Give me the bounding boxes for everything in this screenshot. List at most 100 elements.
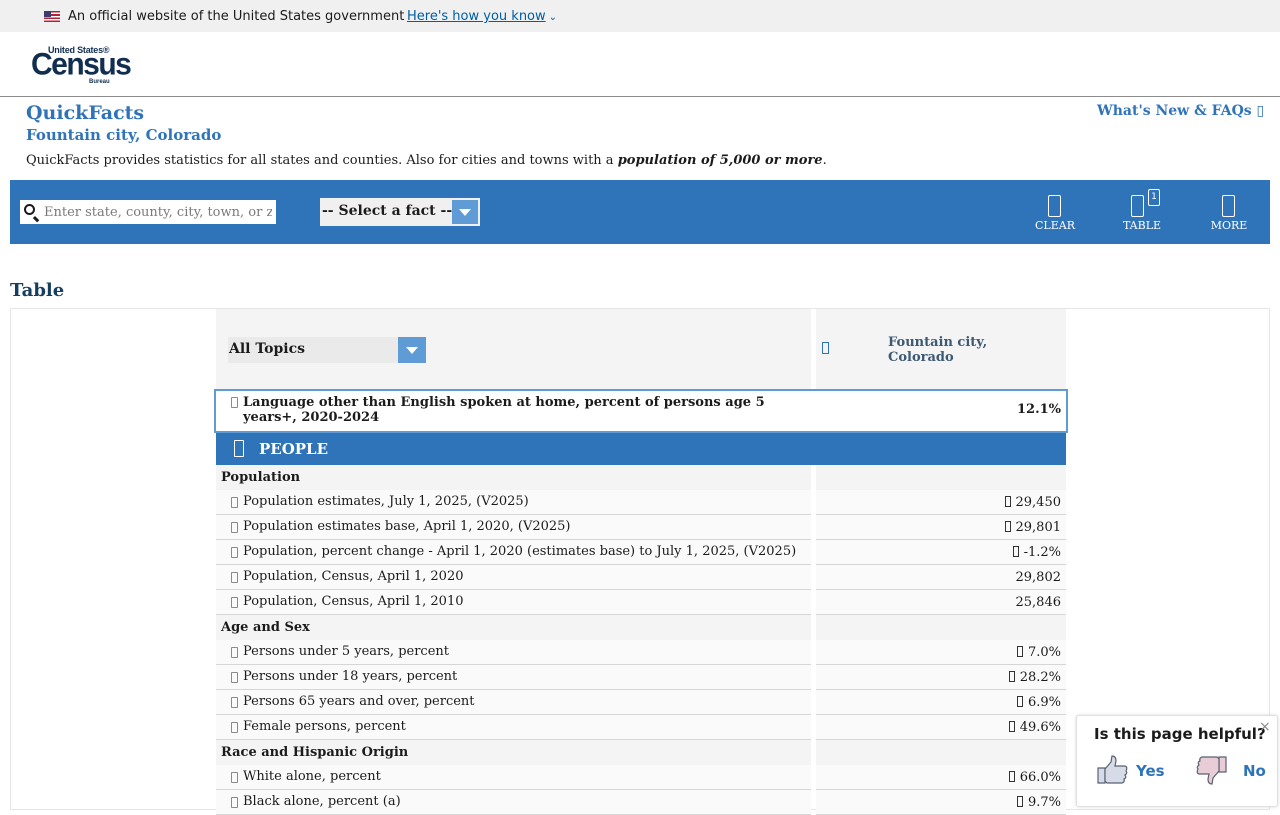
- section-header-cell: Age and Sex: [216, 615, 811, 641]
- fact-value: 29,450: [1015, 495, 1062, 510]
- us-flag-icon: [44, 11, 60, 22]
- fact-cell: Female persons, percent: [216, 715, 811, 740]
- table-header-left: All Topics: [216, 309, 811, 389]
- info-icon[interactable]: [231, 722, 238, 733]
- value-cell: 9.7%: [816, 790, 1066, 815]
- gov-banner-text: An official website of the United States…: [68, 9, 405, 24]
- info-icon[interactable]: [231, 547, 238, 558]
- feedback-question: Is this page helpful?: [1094, 725, 1266, 743]
- value-note-icon[interactable]: [1016, 796, 1023, 807]
- info-icon[interactable]: [231, 397, 238, 408]
- toolbar: -- Select a fact -- CLEAR 1 TABLE MORE: [10, 180, 1270, 244]
- table-count-badge: 1: [1148, 189, 1160, 206]
- table-label: TABLE: [1122, 219, 1162, 232]
- info-icon[interactable]: [231, 697, 238, 708]
- topic-dropdown-label: All Topics: [229, 341, 306, 357]
- fact-label: Population, Census, April 1, 2010: [243, 594, 464, 609]
- yes-label: Yes: [1136, 762, 1165, 780]
- fact-label: Female persons, percent: [243, 719, 406, 734]
- value-note-icon[interactable]: [1008, 721, 1015, 732]
- value-cell: 29,450: [816, 490, 1066, 515]
- clear-icon: [1048, 195, 1061, 217]
- info-icon[interactable]: [231, 647, 238, 658]
- value-cell: 66.0%: [816, 765, 1066, 790]
- value-note-icon[interactable]: [1016, 696, 1023, 707]
- value-note-icon[interactable]: [1016, 646, 1023, 657]
- fact-value: 28.2%: [1019, 670, 1061, 685]
- fact-label: Persons 65 years and over, percent: [243, 694, 475, 709]
- fact-cell: Population, Census, April 1, 2010: [216, 590, 811, 615]
- table-button[interactable]: 1 TABLE: [1112, 189, 1172, 234]
- section-header-cell: Population: [216, 465, 811, 491]
- more-button[interactable]: MORE: [1199, 194, 1259, 234]
- info-icon[interactable]: [231, 672, 238, 683]
- description-end: .: [822, 153, 827, 168]
- people-category-header[interactable]: PEOPLE: [216, 433, 1066, 465]
- fact-value-wrap: 29,802: [1016, 570, 1062, 585]
- info-icon[interactable]: [231, 522, 238, 533]
- chevron-down-icon: ⌄: [548, 12, 558, 23]
- fact-cell: Population, Census, April 1, 2020: [216, 565, 811, 590]
- info-icon[interactable]: [231, 797, 238, 808]
- location-info-icon[interactable]: [822, 342, 829, 354]
- search-input[interactable]: [44, 202, 272, 222]
- fact-value-wrap: -1.2%: [1012, 545, 1061, 560]
- census-logo[interactable]: United States® Census Bureau: [31, 45, 132, 85]
- people-label: PEOPLE: [259, 440, 329, 458]
- fact-value: 29,802: [1015, 570, 1062, 585]
- section-header-cell: Race and Hispanic Origin: [216, 740, 811, 766]
- location-column-header: Fountain city, Colorado: [888, 335, 988, 365]
- fact-label: Population, Census, April 1, 2020: [243, 569, 464, 584]
- value-cell: -1.2%: [816, 540, 1066, 565]
- fact-cell: Persons under 5 years, percent: [216, 640, 811, 665]
- fact-value-wrap: 9.7%: [1016, 795, 1061, 810]
- fact-cell: Persons under 18 years, percent: [216, 665, 811, 690]
- logo-line-3: Bureau: [89, 79, 110, 85]
- clear-button[interactable]: CLEAR: [1025, 194, 1085, 234]
- fact-value-wrap: 6.9%: [1016, 695, 1061, 710]
- table-row: Population, percent change - April 1, 20…: [216, 540, 1066, 565]
- table-row: Persons 65 years and over, percent 6.9%: [216, 690, 1066, 715]
- value-note-icon[interactable]: [1004, 521, 1011, 532]
- fact-value-wrap: 66.0%: [1008, 770, 1061, 785]
- fact-label: Persons under 18 years, percent: [243, 669, 458, 684]
- description-text: QuickFacts provides statistics for all s…: [26, 153, 618, 168]
- value-note-icon[interactable]: [1008, 771, 1015, 782]
- page-title[interactable]: QuickFacts: [26, 102, 144, 124]
- collapse-icon: [234, 440, 244, 457]
- value-cell: 49.6%: [816, 715, 1066, 740]
- info-icon[interactable]: [231, 572, 238, 583]
- location-subtitle: Fountain city, Colorado: [26, 126, 222, 144]
- topic-dropdown[interactable]: All Topics: [228, 337, 426, 363]
- info-icon[interactable]: [231, 497, 238, 508]
- info-icon[interactable]: [231, 772, 238, 783]
- table-row: Black alone, percent (a) 9.7%: [216, 790, 1066, 815]
- select-fact-dropdown[interactable]: -- Select a fact --: [320, 198, 480, 226]
- page-description: QuickFacts provides statistics for all s…: [26, 153, 827, 168]
- info-icon[interactable]: [231, 597, 238, 608]
- fact-value: 6.9%: [1027, 695, 1061, 710]
- section-header-value-cell: [816, 465, 1066, 491]
- value-note-icon[interactable]: [1004, 496, 1011, 507]
- table-row: Persons under 5 years, percent 7.0%: [216, 640, 1066, 665]
- section-header: Population: [216, 465, 1066, 491]
- table-row: White alone, percent 66.0%: [216, 765, 1066, 790]
- search-box: [20, 200, 276, 224]
- clear-label: CLEAR: [1035, 219, 1075, 232]
- thumbs-down-icon: [1196, 756, 1227, 785]
- whats-new-faqs-link[interactable]: What's New & FAQs ▯: [1097, 103, 1264, 119]
- fact-value: 49.6%: [1019, 720, 1061, 735]
- highlighted-fact-row[interactable]: Language other than English spoken at ho…: [214, 389, 1068, 433]
- heres-how-you-know-link[interactable]: Here's how you know ⌄: [407, 9, 557, 24]
- fact-cell: Population estimates, July 1, 2025, (V20…: [216, 490, 811, 515]
- close-icon[interactable]: ×: [1259, 719, 1271, 735]
- table-row: Population, Census, April 1, 2010 25,846: [216, 590, 1066, 615]
- value-cell: 29,801: [816, 515, 1066, 540]
- highlighted-fact-value: 12.1%: [1016, 402, 1061, 417]
- value-note-icon[interactable]: [1012, 546, 1019, 557]
- table-icon: [1131, 195, 1144, 217]
- section-title: Age and Sex: [221, 620, 310, 635]
- value-note-icon[interactable]: [1008, 671, 1015, 682]
- search-icon: [24, 204, 35, 215]
- value-cell: 29,802: [816, 565, 1066, 590]
